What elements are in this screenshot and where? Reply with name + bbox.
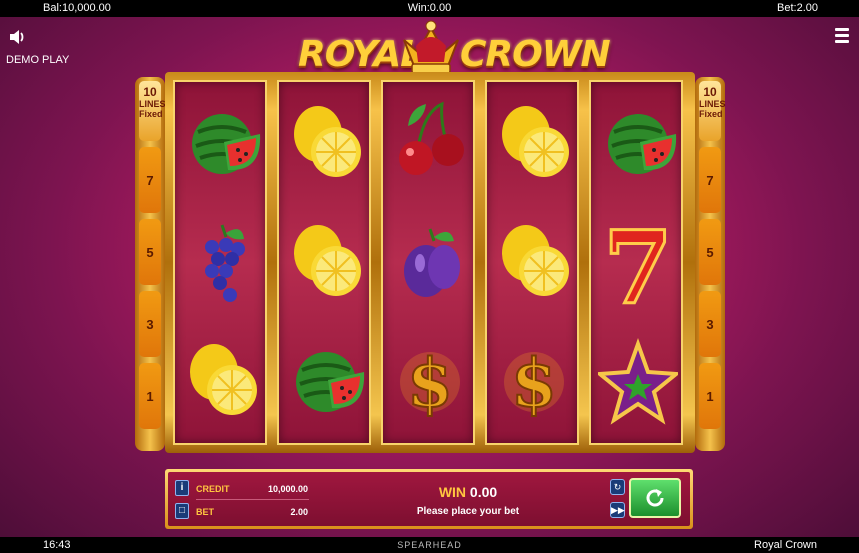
line-marker: 7	[699, 147, 721, 213]
paylines-indicator-left: 10 LINES Fixed 7 5 3 1	[135, 77, 166, 451]
autoplay-button[interactable]: ↻	[610, 479, 625, 495]
bet-settings-button[interactable]: □	[175, 503, 189, 519]
svg-text:7: 7	[603, 211, 673, 315]
credit-label: CREDIT	[196, 484, 230, 494]
reel-4: $	[485, 80, 579, 445]
top-status-bar: Bal:10,000.00 Win:0.00 Bet:2.00	[0, 0, 859, 17]
plum-symbol-icon	[390, 211, 470, 315]
reel-5: 7	[589, 80, 683, 445]
status-message: Please place your bet	[416, 506, 520, 517]
grapes-symbol-icon	[182, 211, 262, 315]
dollar-symbol-icon: $	[494, 330, 574, 434]
spin-button[interactable]	[629, 478, 681, 518]
turbo-button[interactable]: ▶▶	[610, 502, 625, 518]
bottom-status-bar: 16:43 SPEARHEAD Royal Crown	[0, 537, 859, 553]
info-button[interactable]: i	[175, 480, 189, 496]
bet-readout: Bet:2.00	[777, 2, 818, 14]
reel-2	[277, 80, 371, 445]
reel-1	[173, 80, 267, 445]
reel-3: $	[381, 80, 475, 445]
lemon-symbol-icon	[182, 330, 262, 434]
bet-value: 2.00	[290, 507, 308, 517]
spin-arrow-icon	[646, 489, 664, 507]
watermelon-symbol-icon	[286, 330, 366, 434]
lines-badge-left: 10 LINES Fixed	[139, 81, 166, 141]
lemon-symbol-icon	[286, 92, 366, 196]
credit-value: 10,000.00	[267, 484, 308, 494]
line-marker: 1	[139, 363, 161, 429]
lines-badge-right: 10 LINES Fixed	[699, 81, 726, 141]
win-value: 0.00	[469, 484, 498, 500]
win-display: WIN 0.00	[318, 484, 618, 500]
svg-text:$: $	[407, 344, 453, 422]
dollar-symbol-icon: $	[390, 330, 470, 434]
game-name: Royal Crown	[754, 539, 817, 551]
hamburger-menu-icon[interactable]	[835, 28, 849, 44]
divider	[196, 499, 309, 500]
bet-label: BET	[196, 507, 214, 517]
line-marker: 5	[139, 219, 161, 285]
provider-logo: SPEARHEAD	[397, 540, 462, 550]
line-marker: 3	[139, 291, 161, 357]
slot-machine-frame: $ $ 7	[165, 72, 695, 453]
line-marker: 3	[699, 291, 721, 357]
seven-symbol-icon: 7	[598, 208, 678, 329]
watermelon-symbol-icon	[598, 92, 678, 196]
svg-text:$: $	[511, 344, 557, 422]
line-marker: 1	[699, 363, 721, 429]
win-label: WIN	[438, 484, 467, 500]
lemon-symbol-icon	[286, 211, 366, 315]
game-logo: ROYAL CROWN	[288, 18, 611, 78]
line-marker: 7	[139, 147, 161, 213]
paylines-indicator-right: 10 LINES Fixed 7 5 3 1	[695, 77, 726, 451]
watermelon-symbol-icon	[182, 92, 262, 196]
logo-word-crown: CROWN	[460, 34, 611, 75]
control-panel: i CREDIT 10,000.00 □ BET 2.00 WIN 0.00 P…	[165, 469, 693, 529]
demo-play-label: DEMO PLAY	[6, 54, 70, 66]
crown-icon	[403, 20, 459, 74]
speaker-icon[interactable]	[8, 28, 26, 46]
cherries-symbol-icon	[390, 92, 470, 196]
line-marker: 5	[699, 219, 721, 285]
lemon-symbol-icon	[494, 211, 574, 315]
lemon-symbol-icon	[494, 92, 574, 196]
star-symbol-icon	[594, 330, 682, 434]
win-readout: Win:0.00	[407, 2, 452, 14]
